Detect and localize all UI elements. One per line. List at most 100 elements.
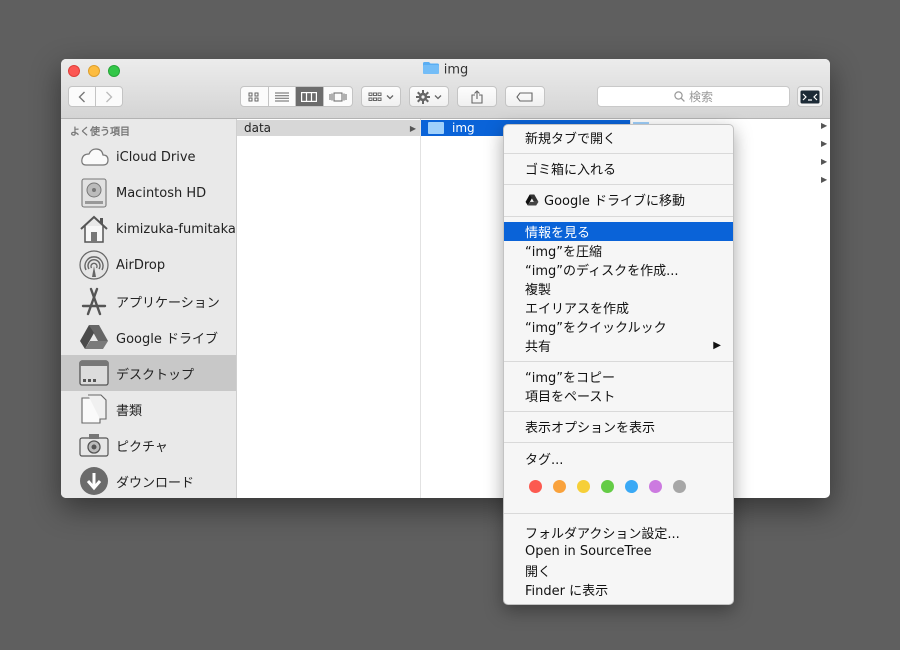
terminal-button[interactable] [797,86,823,107]
download-icon [78,465,110,497]
tag-color-red[interactable] [529,480,542,493]
sidebar-item-documents[interactable]: 書類 [61,391,236,427]
window-title-text: img [443,62,469,78]
camera-icon [78,429,110,461]
sidebar-item-desktop[interactable]: デスクトップ [61,355,236,391]
nav-buttons [68,86,123,107]
menu-item-label: “img”を圧縮 [525,245,602,260]
menu-item-get-info[interactable]: 情報を見る [504,222,733,241]
menu-separator [504,513,733,514]
tag-color-orange[interactable] [553,480,566,493]
menu-item-label: 項目をペースト [525,390,616,405]
menu-item-label: エイリアスを作成 [525,302,630,317]
menu-separator [504,184,733,185]
arrange-grid-icon [368,92,382,101]
tag-color-green[interactable] [601,480,614,493]
gear-icon [416,89,430,104]
sidebar-item-macintosh-hd[interactable]: Macintosh HD [61,175,236,211]
google-drive-icon [525,193,539,206]
coverflow-view-button[interactable] [324,87,352,106]
action-button[interactable] [409,86,449,107]
sidebar-item-label: iCloud Drive [116,149,196,165]
list-view-button[interactable] [269,87,297,106]
sidebar-item-label: kimizuka-fumitaka [116,221,236,237]
menu-item-folder-actions[interactable]: フォルダアクション設定... [504,523,733,542]
sidebar-item-home[interactable]: kimizuka-fumitaka [61,211,236,247]
grid-icon [248,92,259,101]
sidebar-item-pictures[interactable]: ピクチャ [61,427,236,463]
menu-item-open-new-tab[interactable]: 新規タブで開く [504,128,733,147]
sidebar-item-label: 書類 [116,403,143,419]
menu-item-label: Open in SourceTree [525,544,652,559]
menu-separator [504,153,733,154]
menu-item-copy[interactable]: “img”をコピー [504,367,733,386]
disclosure-arrow-icon: ▶ [821,121,828,130]
chevron-left-icon [78,91,85,102]
sidebar-item-label: Google ドライブ [116,331,218,347]
home-icon [78,213,110,245]
menu-item-show-in-finder[interactable]: Finder に表示 [504,580,733,599]
hard-drive-icon [78,177,110,209]
menu-item-quick-look[interactable]: “img”をクイックルック [504,317,733,336]
menu-item-compress[interactable]: “img”を圧縮 [504,241,733,260]
sidebar-item-label: ピクチャ [116,439,168,455]
menu-item-label: タグ... [525,453,564,468]
sidebar-item-icloud-drive[interactable]: iCloud Drive [61,139,236,175]
sidebar-item-airdrop[interactable]: AirDrop [61,247,236,283]
applications-icon [78,285,110,317]
column-1: data ▶ [237,119,421,498]
tag-color-purple[interactable] [649,480,662,493]
list-item[interactable]: data ▶ [237,120,420,136]
back-button[interactable] [69,87,96,106]
menu-separator [504,216,733,217]
airdrop-icon [78,249,110,281]
search-icon [674,91,685,102]
menu-item-open-in-sourcetree[interactable]: Open in SourceTree [504,542,733,561]
menu-item-label: “img”をクイックルック [525,321,667,336]
sidebar-item-applications[interactable]: アプリケーション [61,283,236,319]
tag-color-gray[interactable] [673,480,686,493]
sidebar-item-label: アプリケーション [116,295,220,311]
menu-item-move-to-google-drive[interactable]: Google ドライブに移動 [504,190,733,209]
menu-item-duplicate[interactable]: 複製 [504,279,733,298]
sidebar-header: よく使う項目 [70,127,130,138]
search-placeholder: 検索 [688,90,713,104]
column-view-button[interactable] [296,87,324,106]
menu-item-make-alias[interactable]: エイリアスを作成 [504,298,733,317]
sidebar-item-google-drive[interactable]: Google ドライブ [61,319,236,355]
menu-item-make-disk[interactable]: “img”のディスクを作成... [504,260,733,279]
tag-color-blue[interactable] [625,480,638,493]
chevron-down-icon [386,94,394,99]
forward-button[interactable] [96,87,122,106]
sidebar-item-downloads[interactable]: ダウンロード [61,463,236,498]
coverflow-icon [329,92,347,101]
icon-view-button[interactable] [241,87,269,106]
menu-item-label: 共有 [525,340,552,355]
view-mode-control [240,86,353,107]
disclosure-arrow-icon: ▶ [821,175,828,184]
terminal-icon [800,90,820,103]
menu-separator [504,442,733,443]
sidebar: よく使う項目 iCloud Drive Macintosh HD kimizuk… [61,119,237,498]
menu-item-tags[interactable]: タグ... [504,449,733,468]
tag-icon [516,91,533,102]
tag-color-yellow[interactable] [577,480,590,493]
share-button[interactable] [457,86,497,107]
arrange-button[interactable] [361,86,401,107]
menu-item-open[interactable]: 開く [504,561,733,580]
google-drive-icon [78,321,110,353]
search-input[interactable]: 検索 [597,86,790,107]
disclosure-arrow-icon: ▶ [821,157,828,166]
menu-item-label: Google ドライブに移動 [544,194,685,209]
context-menu: 新規タブで開く ゴミ箱に入れる Google ドライブに移動 情報を見る “im… [503,124,734,605]
item-label: img [452,121,475,135]
menu-item-share[interactable]: 共有 ▶ [504,336,733,355]
share-icon [471,89,483,104]
menu-item-move-to-trash[interactable]: ゴミ箱に入れる [504,159,733,178]
menu-item-paste[interactable]: 項目をペースト [504,386,733,405]
item-label: data [244,121,272,135]
chevron-right-icon [105,91,113,102]
chevron-down-icon [434,94,442,99]
tag-button[interactable] [505,86,545,107]
menu-item-view-options[interactable]: 表示オプションを表示 [504,417,733,436]
